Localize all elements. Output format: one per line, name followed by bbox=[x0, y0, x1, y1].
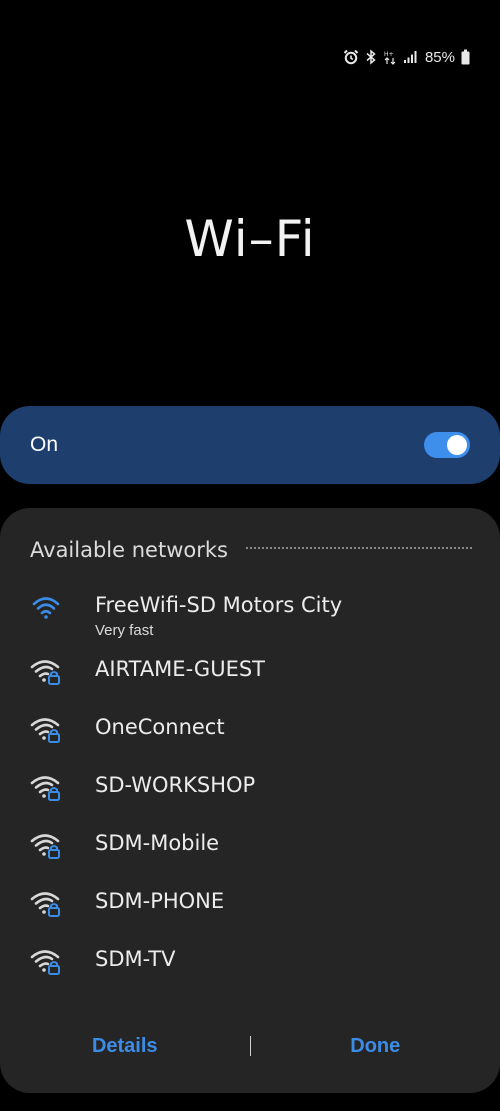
network-list: FreeWifi-SD Motors City Very fast AIRTAM… bbox=[0, 590, 500, 1002]
battery-percent: 85% bbox=[424, 48, 455, 66]
details-button[interactable]: Details bbox=[0, 1035, 250, 1058]
network-item[interactable]: SDM-Mobile bbox=[0, 828, 500, 886]
network-name: OneConnect bbox=[95, 715, 225, 739]
network-item[interactable]: SDM-TV bbox=[0, 944, 500, 1002]
wifi-toggle-row[interactable]: On bbox=[0, 406, 500, 484]
svg-text:H+: H+ bbox=[384, 51, 394, 58]
network-name: SDM-TV bbox=[95, 947, 176, 971]
network-item[interactable]: FreeWifi-SD Motors City Very fast bbox=[0, 590, 500, 654]
section-divider bbox=[245, 547, 472, 549]
network-item[interactable]: SD-WORKSHOP bbox=[0, 770, 500, 828]
wifi-lock-icon bbox=[30, 718, 60, 743]
network-name: FreeWifi-SD Motors City bbox=[95, 593, 343, 617]
page-title: Wi–Fi bbox=[184, 210, 316, 268]
bluetooth-icon bbox=[366, 49, 376, 65]
toggle-label: On bbox=[30, 433, 59, 456]
data-arrows-icon: H+ bbox=[384, 51, 396, 65]
network-name: SDM-PHONE bbox=[95, 889, 225, 913]
dialog-buttons: Details Done bbox=[0, 1028, 500, 1064]
status-bar: H+ 85% bbox=[343, 44, 470, 70]
networks-panel: Available networks FreeWifi-SD Motors Ci… bbox=[0, 508, 500, 1093]
signal-icon bbox=[403, 51, 417, 63]
wifi-icon bbox=[32, 597, 60, 619]
wifi-lock-icon bbox=[30, 776, 60, 801]
network-item[interactable]: OneConnect bbox=[0, 712, 500, 770]
network-name: SDM-Mobile bbox=[95, 831, 220, 855]
wifi-lock-icon bbox=[30, 660, 60, 685]
wifi-lock-icon bbox=[30, 834, 60, 859]
network-name: AIRTAME-GUEST bbox=[95, 657, 265, 681]
alarm-icon bbox=[343, 49, 359, 65]
wifi-lock-icon bbox=[30, 892, 60, 917]
network-speed: Very fast bbox=[95, 622, 154, 639]
wifi-lock-icon bbox=[30, 950, 60, 975]
network-name: SD-WORKSHOP bbox=[95, 773, 256, 797]
network-item[interactable]: AIRTAME-GUEST bbox=[0, 654, 500, 712]
section-header: Available networks bbox=[30, 538, 472, 562]
battery-icon bbox=[461, 49, 470, 65]
wifi-switch[interactable] bbox=[424, 432, 470, 458]
network-item[interactable]: SDM-PHONE bbox=[0, 886, 500, 944]
done-button[interactable]: Done bbox=[251, 1035, 500, 1058]
section-title: Available networks bbox=[30, 538, 228, 562]
